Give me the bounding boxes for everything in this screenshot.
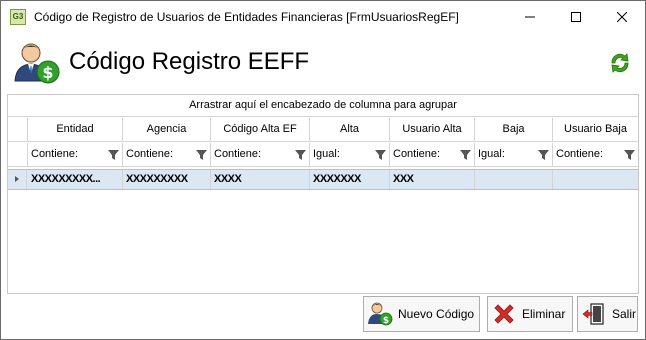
close-button[interactable] — [599, 1, 645, 33]
cell-entidad[interactable]: XXXXXXXXX... — [28, 170, 123, 189]
filter-entidad[interactable]: Contiene: — [28, 143, 123, 166]
filter-codigo-alta-ef-label: Contiene: — [214, 148, 262, 160]
cell-usuario-alta[interactable]: XXX — [390, 170, 475, 189]
app-icon: G3 — [10, 9, 26, 25]
filter-usuario-alta-label: Contiene: — [393, 148, 441, 160]
cell-usuario-baja[interactable] — [553, 170, 638, 189]
column-header-row: Entidad Agencia Código Alta EF Alta Usua… — [8, 118, 638, 142]
maximize-button[interactable] — [553, 1, 599, 33]
table-row[interactable]: XXXXXXXXX... XXXXXXXXX XXXX XXXXXXX XXX — [8, 169, 638, 190]
main-window: G3 Código de Registro de Usuarios de Ent… — [0, 0, 646, 340]
filter-alta-label: Igual: — [313, 148, 340, 160]
filter-baja-label: Igual: — [478, 148, 505, 160]
filter-agencia[interactable]: Contiene: — [123, 143, 211, 166]
exit-door-icon — [581, 301, 607, 327]
user-money-icon: $ — [367, 301, 393, 327]
filter-baja[interactable]: Igual: — [475, 143, 553, 166]
delete-button[interactable]: Eliminar — [487, 296, 573, 332]
column-header-usuario-alta[interactable]: Usuario Alta — [390, 118, 475, 141]
filter-codigo-alta-ef[interactable]: Contiene: — [211, 143, 310, 166]
refresh-icon[interactable] — [608, 51, 632, 75]
svg-text:$: $ — [42, 63, 53, 82]
maximize-icon — [571, 12, 581, 22]
column-header-codigo-alta-ef[interactable]: Código Alta EF — [211, 118, 310, 141]
row-indicator[interactable] — [8, 170, 27, 189]
filter-icon[interactable] — [295, 150, 306, 160]
column-header-agencia[interactable]: Agencia — [123, 118, 211, 141]
row-pointer-icon — [15, 176, 19, 182]
column-header-entidad[interactable]: Entidad — [28, 118, 123, 141]
filter-usuario-baja[interactable]: Contiene: — [553, 143, 638, 166]
filter-icon[interactable] — [624, 150, 635, 160]
red-x-icon — [491, 301, 517, 327]
column-header-baja[interactable]: Baja — [475, 118, 553, 141]
cell-codigo-alta-ef[interactable]: XXXX — [211, 170, 310, 189]
filter-row: Contiene: Contiene: Contiene: Igual: Con… — [8, 143, 638, 167]
filter-indicator — [8, 143, 28, 166]
close-icon — [617, 12, 627, 22]
group-panel[interactable]: Arrastrar aquí el encabezado de columna … — [8, 95, 638, 117]
new-code-label: Nuevo Código — [398, 307, 475, 321]
cell-baja[interactable] — [475, 170, 553, 189]
cell-agencia[interactable]: XXXXXXXXX — [123, 170, 211, 189]
filter-icon[interactable] — [460, 150, 471, 160]
column-header-alta[interactable]: Alta — [310, 118, 390, 141]
data-grid: Arrastrar aquí el encabezado de columna … — [7, 94, 639, 294]
window-title: Código de Registro de Usuarios de Entida… — [34, 10, 459, 24]
filter-usuario-baja-label: Contiene: — [556, 148, 604, 160]
title-bar: G3 Código de Registro de Usuarios de Ent… — [1, 1, 645, 33]
minimize-icon — [525, 16, 535, 18]
svg-text:$: $ — [383, 316, 389, 326]
filter-alta[interactable]: Igual: — [310, 143, 390, 166]
filter-agencia-label: Contiene: — [126, 148, 174, 160]
column-header-usuario-baja[interactable]: Usuario Baja — [553, 118, 638, 141]
exit-button[interactable]: Salir — [577, 296, 638, 332]
filter-entidad-label: Contiene: — [31, 148, 79, 160]
delete-label: Eliminar — [522, 307, 566, 321]
exit-label: Salir — [612, 307, 637, 321]
cell-alta[interactable]: XXXXXXX — [310, 170, 390, 189]
new-code-button[interactable]: $ Nuevo Código — [363, 296, 480, 332]
filter-icon[interactable] — [196, 150, 207, 160]
filter-icon[interactable] — [538, 150, 549, 160]
minimize-button[interactable] — [507, 1, 553, 33]
user-money-icon: $ — [14, 43, 60, 84]
page-title: Código Registro EEFF — [69, 48, 310, 75]
filter-icon[interactable] — [108, 150, 119, 160]
filter-icon[interactable] — [375, 150, 386, 160]
filter-usuario-alta[interactable]: Contiene: — [390, 143, 475, 166]
header-indicator — [8, 118, 28, 141]
